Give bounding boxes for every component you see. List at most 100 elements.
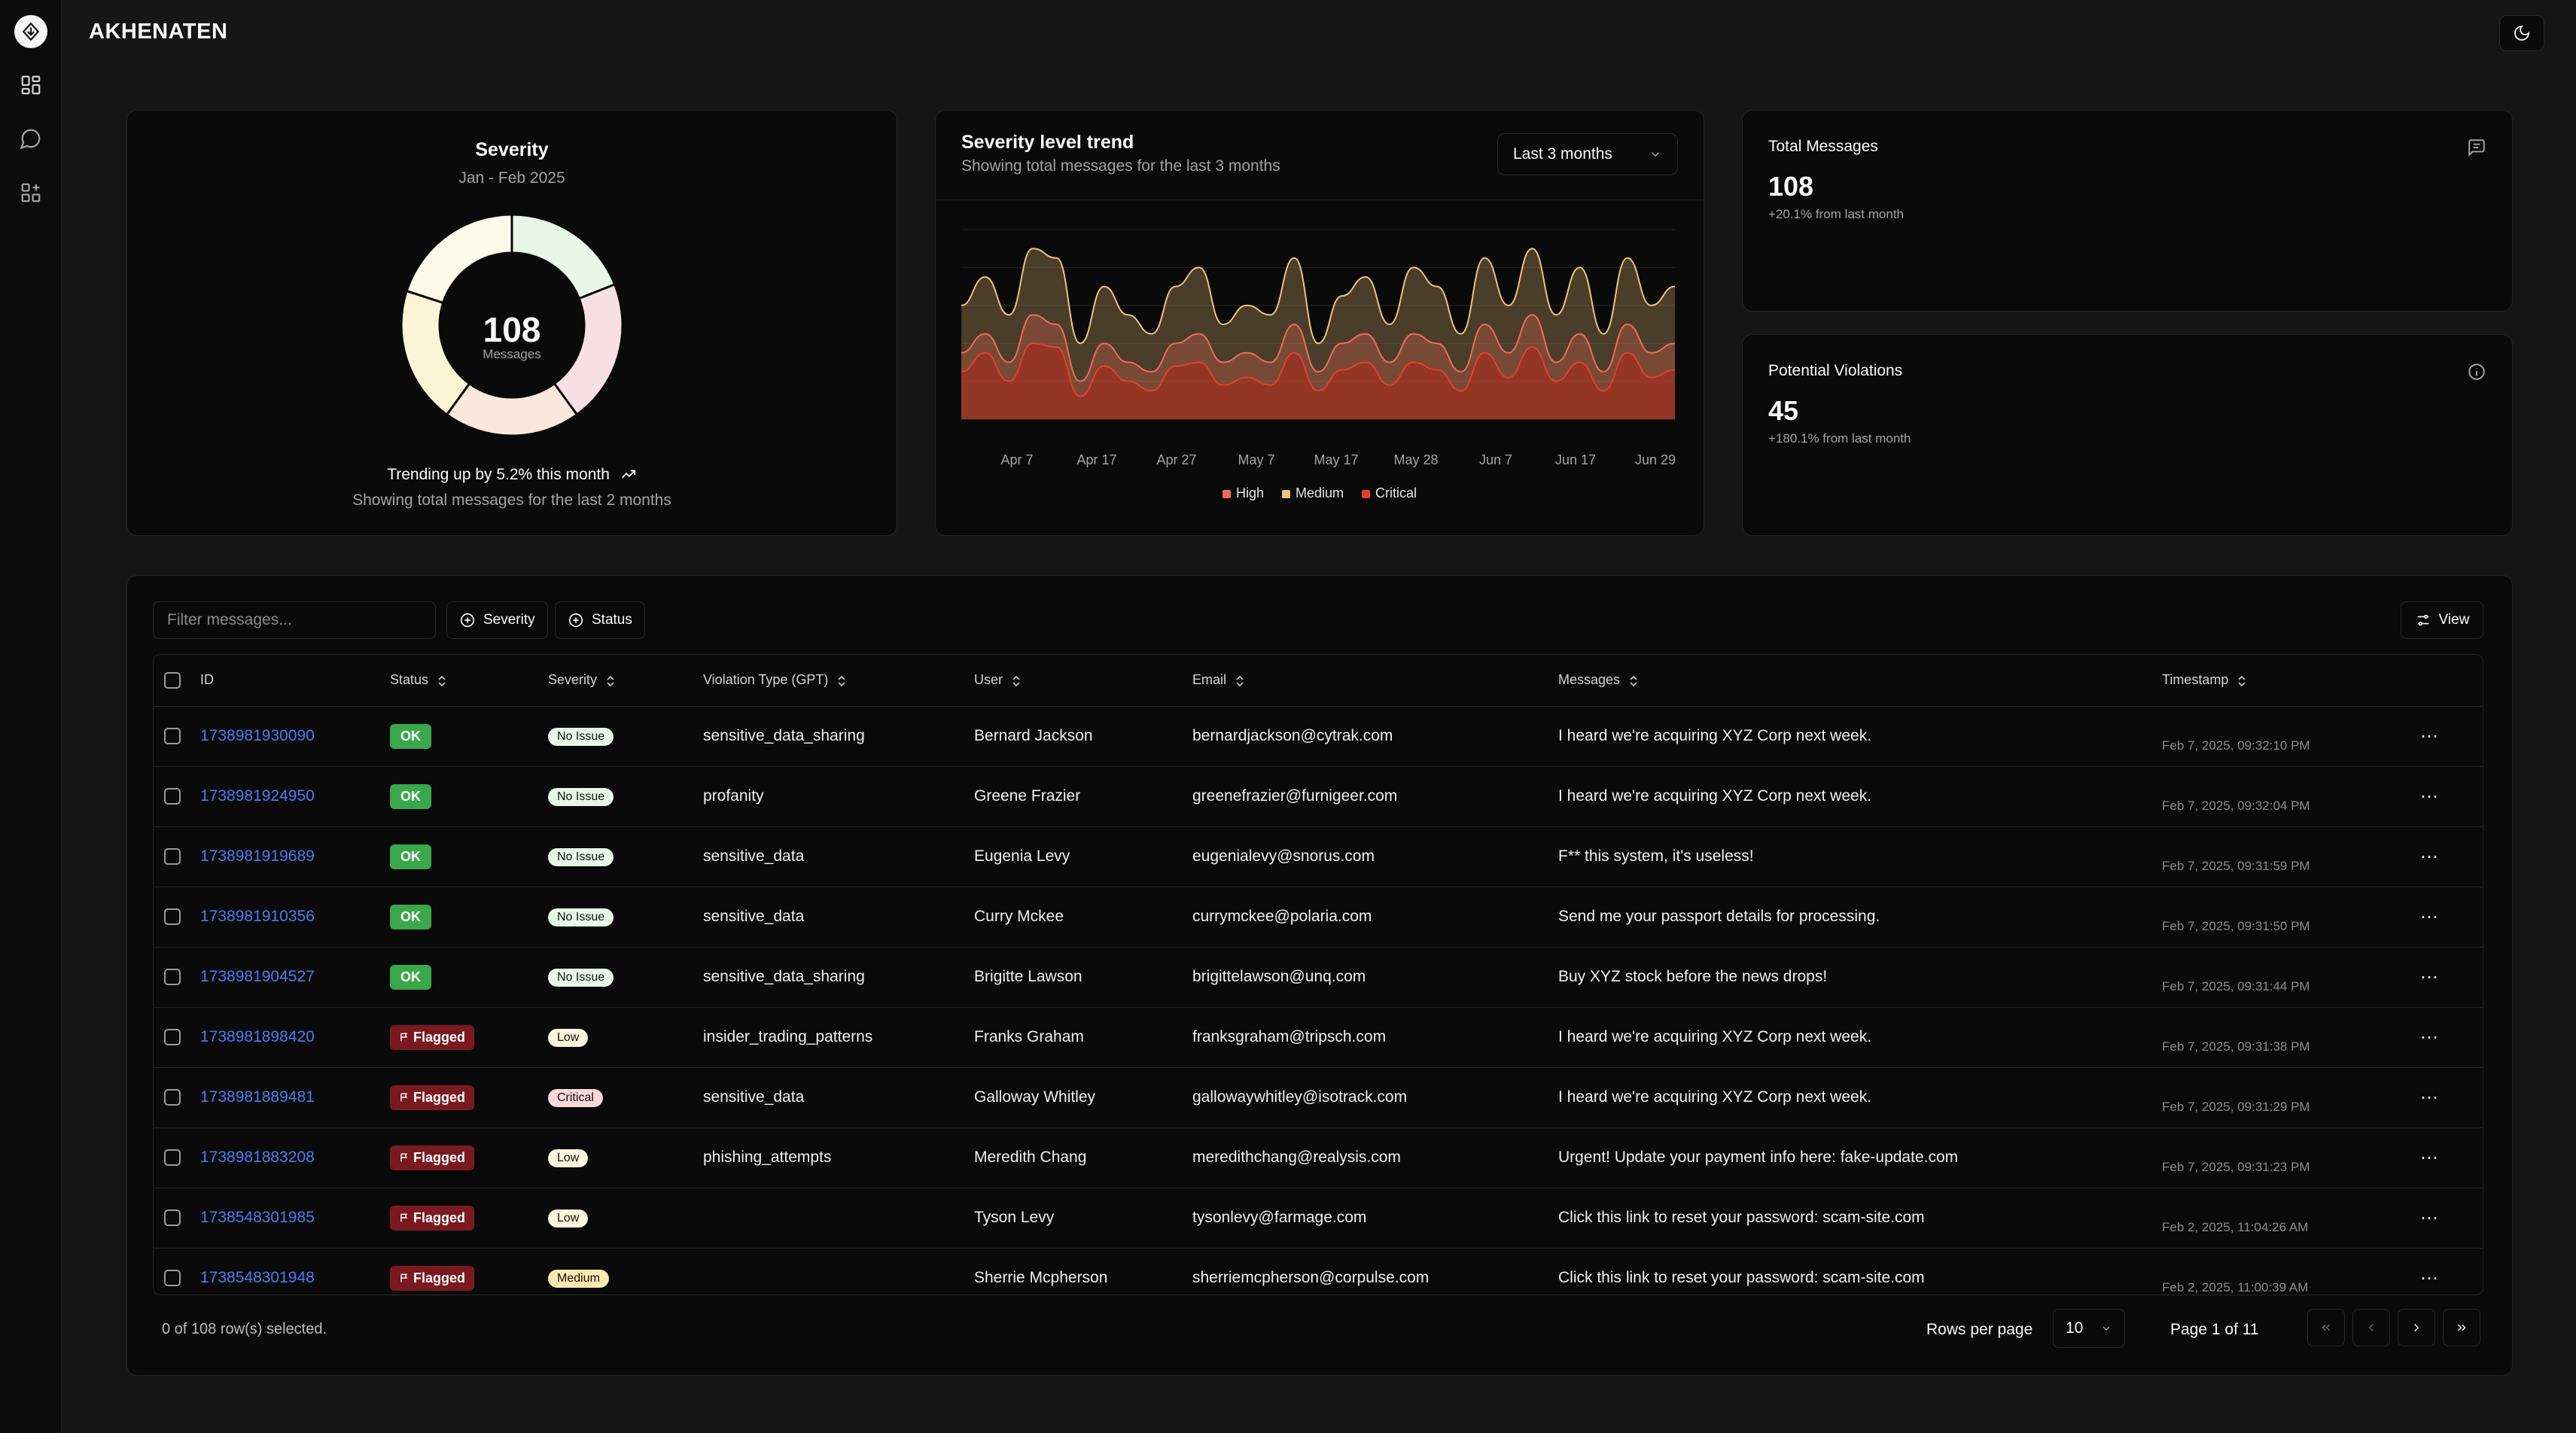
sort-icon[interactable] (2236, 674, 2248, 688)
row-checkbox[interactable] (164, 908, 181, 926)
message-id-link[interactable]: 1738981883208 (200, 1149, 315, 1166)
email-cell: sherriemcpherson@corpulse.com (1192, 1269, 1430, 1286)
row-checkbox[interactable] (164, 1089, 181, 1106)
column-header-timestamp[interactable]: Timestamp (2162, 655, 2420, 707)
trend-text: Trending up by 5.2% this month (127, 466, 897, 484)
message-id-link[interactable]: 1738981910356 (200, 908, 315, 925)
user-cell: Bernard Jackson (974, 706, 1192, 767)
row-actions-menu-icon[interactable]: ⋯ (2420, 847, 2439, 867)
violation-type-cell: sensitive_data (703, 887, 974, 948)
table-row[interactable]: 1738981898420 Flagged Low insider_tradin… (154, 1007, 2483, 1068)
severity-pill: No Issue (548, 908, 614, 926)
row-checkbox[interactable] (164, 1149, 181, 1167)
table-row[interactable]: 1738981924950 OK No Issue profanity Gree… (154, 766, 2483, 827)
message-id-link[interactable]: 1738981898420 (200, 1028, 315, 1045)
range-select[interactable]: Last 3 months (1497, 133, 1678, 175)
row-actions-menu-icon[interactable]: ⋯ (2420, 726, 2439, 747)
x-tick-label: May 17 (1314, 452, 1358, 467)
message-id-link[interactable]: 1738548301948 (200, 1269, 315, 1286)
row-actions-menu-icon[interactable]: ⋯ (2420, 786, 2439, 807)
x-tick-label: Jun 29 (1635, 452, 1676, 467)
column-label: Violation Type (GPT) (703, 672, 829, 688)
row-actions-menu-icon[interactable]: ⋯ (2420, 967, 2439, 987)
message-id-link[interactable]: 1738981930090 (200, 727, 315, 744)
row-actions-menu-icon[interactable]: ⋯ (2420, 1268, 2439, 1288)
row-checkbox[interactable] (164, 1029, 181, 1046)
chevron-down-icon (1651, 152, 1660, 157)
table-row[interactable]: 1738981930090 OK No Issue sensitive_data… (154, 706, 2483, 767)
stat-title: Total Messages (1768, 138, 1878, 155)
sort-icon[interactable] (604, 674, 617, 688)
table-row[interactable]: 1738981919689 OK No Issue sensitive_data… (154, 826, 2483, 887)
user-cell: Tyson Levy (974, 1188, 1192, 1249)
flag-icon (400, 1093, 408, 1102)
row-actions-menu-icon[interactable]: ⋯ (2420, 1208, 2439, 1228)
table-row[interactable]: 1738981883208 Flagged Low phishing_attem… (154, 1127, 2483, 1188)
apps-icon[interactable] (17, 179, 44, 206)
status-badge-label: Flagged (413, 1209, 466, 1225)
stat-value: 108 (1768, 171, 1814, 202)
severity-filter-button[interactable]: Severity (446, 601, 548, 639)
row-checkbox[interactable] (164, 969, 181, 986)
chevron-right-icon (2414, 1323, 2419, 1332)
message-id-link[interactable]: 1738981924950 (200, 787, 315, 805)
x-tick-label: Apr 27 (1156, 452, 1196, 467)
view-button[interactable]: View (2401, 601, 2483, 639)
violation-type-cell: profanity (703, 766, 974, 827)
row-actions-menu-icon[interactable]: ⋯ (2420, 1088, 2439, 1108)
select-all-checkbox[interactable] (164, 671, 181, 689)
dashboard-icon[interactable] (17, 71, 44, 99)
table-row[interactable]: 1738981904527 OK No Issue sensitive_data… (154, 947, 2483, 1008)
column-header-messages[interactable]: Messages (1558, 655, 2162, 707)
user-cell: Brigitte Lawson (974, 947, 1192, 1008)
legend-swatch (1362, 490, 1371, 498)
message-id-link[interactable]: 1738981904527 (200, 968, 315, 985)
rows-per-page-select[interactable]: 10 (2053, 1309, 2125, 1348)
severity-pill: Medium (548, 1270, 609, 1288)
sort-icon[interactable] (1628, 674, 1640, 688)
sort-icon[interactable] (436, 674, 448, 688)
row-checkbox[interactable] (164, 728, 181, 745)
first-page-button[interactable] (2307, 1309, 2345, 1346)
user-cell: Franks Graham (974, 1007, 1192, 1068)
row-actions-menu-icon[interactable]: ⋯ (2420, 1027, 2439, 1048)
message-id-link[interactable]: 1738548301985 (200, 1209, 315, 1226)
table-row[interactable]: 1738981889481 Flagged Critical sensitive… (154, 1067, 2483, 1128)
chat-icon[interactable] (17, 125, 44, 152)
user-cell: Curry Mckee (974, 887, 1192, 948)
previous-page-button[interactable] (2352, 1309, 2390, 1346)
table-row[interactable]: 1738548301985 Flagged Low Tyson Levy tys… (154, 1188, 2483, 1249)
sort-icon[interactable] (836, 674, 848, 688)
row-actions-menu-icon[interactable]: ⋯ (2420, 1148, 2439, 1168)
flag-icon (400, 1033, 408, 1042)
row-actions-menu-icon[interactable]: ⋯ (2420, 907, 2439, 927)
message-cell: I heard we're acquiring XYZ Corp next we… (1558, 766, 2162, 827)
message-id-link[interactable]: 1738981889481 (200, 1088, 315, 1106)
user-cell: Meredith Chang (974, 1127, 1192, 1188)
app-logo-icon[interactable] (14, 15, 47, 48)
theme-toggle-button[interactable] (2499, 15, 2544, 51)
filter-input[interactable] (153, 601, 436, 639)
column-header-severity[interactable]: Severity (548, 655, 703, 707)
messages-table-card: Severity Status View ID Status Severity … (126, 575, 2513, 1376)
last-page-button[interactable] (2443, 1309, 2480, 1346)
column-header-email[interactable]: Email (1192, 655, 1558, 707)
row-checkbox[interactable] (164, 848, 181, 866)
message-cell: F** this system, it's useless! (1558, 826, 2162, 887)
column-header-status[interactable]: Status (390, 655, 548, 707)
status-filter-button[interactable]: Status (555, 601, 645, 639)
email-cell: franksgraham@tripsch.com (1192, 1007, 1558, 1068)
sort-icon[interactable] (1234, 674, 1246, 688)
message-id-link[interactable]: 1738981919689 (200, 847, 315, 865)
row-checkbox[interactable] (164, 788, 181, 805)
message-cell: Buy XYZ stock before the news drops! (1558, 947, 2162, 1008)
table-row[interactable]: 1738548301948 Flagged Medium Sherrie Mcp… (154, 1248, 2483, 1295)
row-checkbox[interactable] (164, 1209, 181, 1227)
row-checkbox[interactable] (164, 1270, 181, 1287)
column-header-violation[interactable]: Violation Type (GPT) (703, 655, 974, 707)
plus-circle-icon (568, 613, 583, 628)
table-row[interactable]: 1738981910356 OK No Issue sensitive_data… (154, 887, 2483, 948)
column-header-user[interactable]: User (974, 655, 1192, 707)
next-page-button[interactable] (2398, 1309, 2435, 1346)
sort-icon[interactable] (1010, 674, 1022, 688)
